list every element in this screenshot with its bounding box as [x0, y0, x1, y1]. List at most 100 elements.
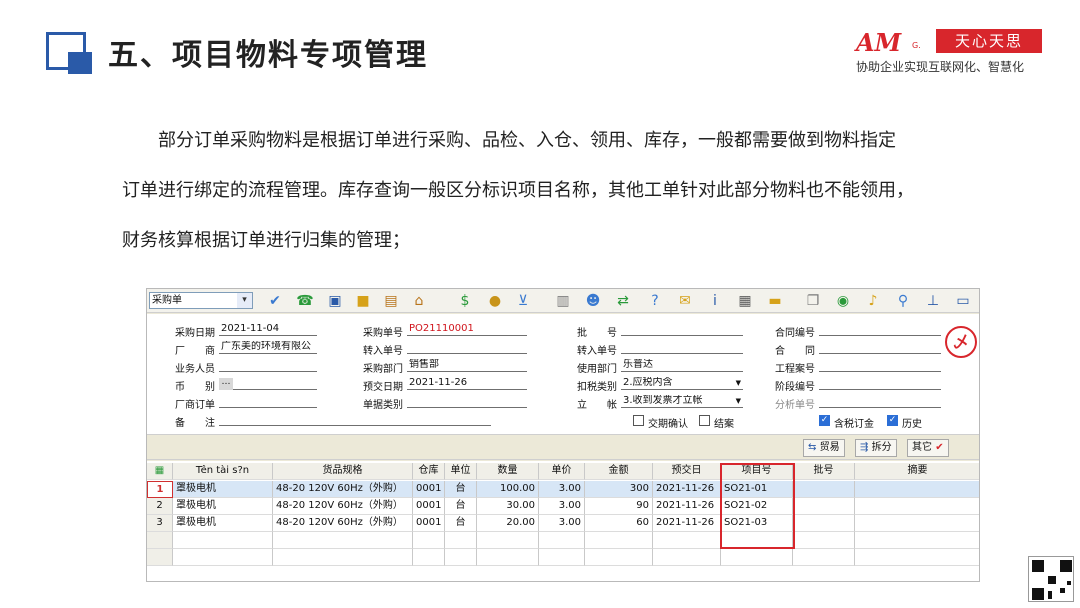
- spellcheck-icon[interactable]: ✔: [265, 291, 285, 311]
- cell-spec[interactable]: 48-20 120V 60Hz（外购）: [273, 498, 413, 515]
- users-icon[interactable]: ☻: [583, 291, 603, 311]
- cell-qty[interactable]: 30.00: [477, 498, 539, 515]
- cell-unit[interactable]: 台: [445, 498, 477, 515]
- cell-date[interactable]: 2021-11-26: [653, 515, 721, 532]
- folder-icon[interactable]: ▬: [765, 291, 785, 311]
- ellipsis-icon[interactable]: …: [219, 378, 233, 390]
- cell-name[interactable]: 罩极电机: [173, 498, 273, 515]
- table-row[interactable]: 1 罩极电机 48-20 120V 60Hz（外购） 0001 台 100.00…: [147, 481, 979, 498]
- row-number[interactable]: 2: [147, 498, 173, 515]
- table-row[interactable]: 2 罩极电机 48-20 120V 60Hz（外购） 0001 台 30.00 …: [147, 498, 979, 515]
- doc-type-select[interactable]: 采购单 ▾: [149, 292, 253, 309]
- cell-warehouse[interactable]: 0001: [413, 498, 445, 515]
- screen-icon[interactable]: ▭: [953, 291, 973, 311]
- col-unit[interactable]: 单位: [445, 463, 477, 480]
- cell-spec[interactable]: 48-20 120V 60Hz（外购）: [273, 515, 413, 532]
- remark-field[interactable]: [219, 413, 491, 426]
- cell-batch[interactable]: [793, 515, 855, 532]
- col-batch[interactable]: 批号: [793, 463, 855, 480]
- copy-icon[interactable]: ❐: [803, 291, 823, 311]
- currency-field[interactable]: [219, 377, 317, 390]
- check-circle-icon[interactable]: ◉: [833, 291, 853, 311]
- cell-warehouse[interactable]: 0001: [413, 481, 445, 498]
- cell-memo[interactable]: [855, 481, 979, 498]
- cell-price[interactable]: 3.00: [539, 498, 585, 515]
- table-row-empty[interactable]: [147, 532, 979, 549]
- cell-empty[interactable]: [173, 532, 273, 549]
- cell-unit[interactable]: 台: [445, 515, 477, 532]
- cell-qty[interactable]: 20.00: [477, 515, 539, 532]
- purchase-date-field[interactable]: 2021-11-04: [219, 323, 317, 336]
- vendor-field[interactable]: 广东美的环境有限公: [219, 341, 317, 354]
- cell-empty[interactable]: [585, 549, 653, 566]
- po-no-field[interactable]: PO21110001: [407, 323, 527, 336]
- transfer-in-no2-field[interactable]: [621, 341, 743, 354]
- cell-empty[interactable]: [539, 549, 585, 566]
- project-case-field[interactable]: [819, 359, 941, 372]
- contract-field[interactable]: [819, 341, 941, 354]
- cell-unit[interactable]: 台: [445, 481, 477, 498]
- split-button[interactable]: ⇶ 拆分: [855, 439, 897, 457]
- grid-corner[interactable]: ▦: [147, 463, 173, 480]
- cell-empty[interactable]: [477, 532, 539, 549]
- help-icon[interactable]: ?: [645, 291, 665, 311]
- chevron-down-icon[interactable]: ▼: [736, 377, 741, 389]
- row-number[interactable]: 3: [147, 515, 173, 532]
- cell-empty[interactable]: [585, 532, 653, 549]
- row-number[interactable]: 1: [147, 481, 173, 498]
- cell-empty[interactable]: [445, 532, 477, 549]
- col-qty[interactable]: 数量: [477, 463, 539, 480]
- contract-no-field[interactable]: [819, 323, 941, 336]
- cell-name[interactable]: 罩极电机: [173, 515, 273, 532]
- col-name[interactable]: Tên tài s?n: [173, 463, 273, 480]
- cell-price[interactable]: 3.00: [539, 515, 585, 532]
- use-dept-field[interactable]: 乐普达: [621, 359, 743, 372]
- cell-empty[interactable]: [653, 549, 721, 566]
- transfer-icon[interactable]: ⇄: [613, 291, 633, 311]
- stage-no-field[interactable]: [819, 377, 941, 390]
- chevron-down-icon[interactable]: ▼: [736, 395, 741, 407]
- col-price[interactable]: 单价: [539, 463, 585, 480]
- cell-batch[interactable]: [793, 481, 855, 498]
- cell-date[interactable]: 2021-11-26: [653, 481, 721, 498]
- cell-price[interactable]: 3.00: [539, 481, 585, 498]
- cell-memo[interactable]: [855, 515, 979, 532]
- cart-icon[interactable]: ⊻: [513, 291, 533, 311]
- trade-confirm-checkbox[interactable]: [633, 415, 644, 426]
- bell-icon[interactable]: ♪: [863, 291, 883, 311]
- row-number[interactable]: [147, 549, 173, 566]
- cell-amount[interactable]: 90: [585, 498, 653, 515]
- col-amount[interactable]: 金额: [585, 463, 653, 480]
- other-button[interactable]: 其它 ✔: [907, 439, 949, 457]
- cell-date[interactable]: 2021-11-26: [653, 498, 721, 515]
- tax-order-checkbox[interactable]: ✓: [819, 415, 830, 426]
- tax-type-select[interactable]: 2.应税内含 ▼: [621, 377, 743, 390]
- cell-empty[interactable]: [653, 532, 721, 549]
- briefcase-icon[interactable]: ▤: [381, 291, 401, 311]
- trade-button[interactable]: ⇆ 贸易: [803, 439, 845, 457]
- salesperson-field[interactable]: [219, 359, 317, 372]
- close-checkbox[interactable]: [699, 415, 710, 426]
- money-bag-icon[interactable]: ●: [485, 291, 505, 311]
- table-row[interactable]: 3 罩极电机 48-20 120V 60Hz（外购） 0001 台 20.00 …: [147, 515, 979, 532]
- transfer-in-no-field[interactable]: [407, 341, 527, 354]
- lock-icon[interactable]: ■: [353, 291, 373, 311]
- account-select[interactable]: 3.收到发票才立帐 ▼: [621, 395, 743, 408]
- org-chart-icon[interactable]: ⊥: [923, 291, 943, 311]
- cell-empty[interactable]: [413, 549, 445, 566]
- monitor-icon[interactable]: ▣: [325, 291, 345, 311]
- cell-empty[interactable]: [793, 532, 855, 549]
- cell-empty[interactable]: [539, 532, 585, 549]
- cell-amount[interactable]: 300: [585, 481, 653, 498]
- cell-name[interactable]: 罩极电机: [173, 481, 273, 498]
- col-spec[interactable]: 货品规格: [273, 463, 413, 480]
- batch-field[interactable]: [621, 323, 743, 336]
- doc-category-field[interactable]: [407, 395, 527, 408]
- mail-icon[interactable]: ✉: [675, 291, 695, 311]
- history-checkbox[interactable]: ✓: [887, 415, 898, 426]
- calculator-icon[interactable]: ▦: [735, 291, 755, 311]
- analysis-no-field[interactable]: [819, 395, 941, 408]
- cell-empty[interactable]: [477, 549, 539, 566]
- cell-empty[interactable]: [273, 549, 413, 566]
- cell-memo[interactable]: [855, 498, 979, 515]
